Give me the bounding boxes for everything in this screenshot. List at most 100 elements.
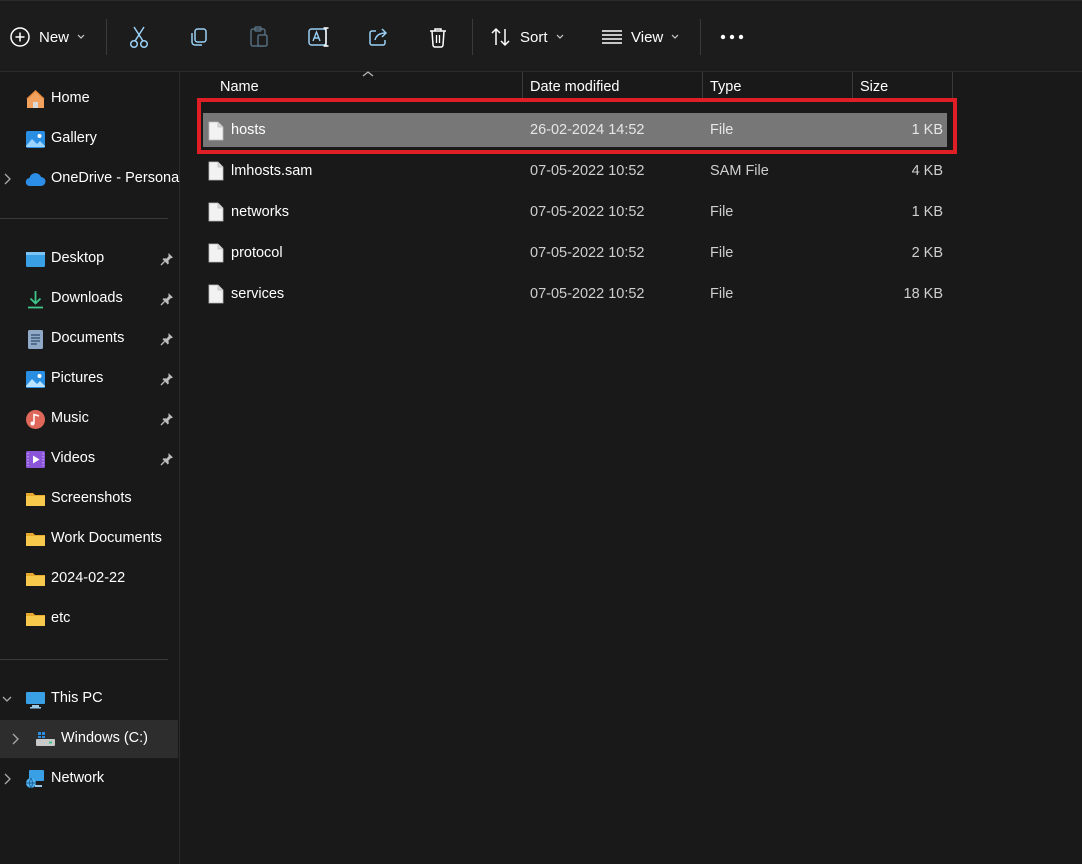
chevron-down-icon: [556, 34, 563, 39]
file-date-modified: 07-05-2022 10:52: [530, 204, 645, 220]
column-header-name[interactable]: Name: [213, 72, 523, 102]
nav-divider: [0, 659, 168, 660]
pin-icon[interactable]: [160, 412, 174, 426]
share-button[interactable]: [367, 17, 389, 57]
file-row-hosts[interactable]: hosts 26-02-2024 14:52 File 1 KB: [203, 113, 947, 147]
chevron-down-icon: [671, 34, 679, 39]
pin-icon[interactable]: [160, 332, 174, 346]
home-icon: [26, 89, 45, 108]
nav-item-pictures[interactable]: Pictures: [0, 360, 178, 398]
pin-icon[interactable]: [160, 452, 174, 466]
sort-icon: [491, 27, 510, 47]
nav-item-music[interactable]: Music: [0, 400, 178, 438]
nav-item-videos[interactable]: Videos: [0, 440, 178, 478]
new-button[interactable]: New: [9, 17, 85, 57]
nav-label-work-documents: Work Documents: [51, 530, 162, 546]
music-icon: [26, 410, 45, 429]
view-button[interactable]: View: [601, 17, 679, 57]
download-icon: [28, 291, 43, 309]
nav-label-documents: Documents: [51, 330, 125, 346]
nav-item-desktop[interactable]: Desktop: [0, 240, 178, 278]
nav-label-this-pc: This PC: [51, 690, 103, 706]
file-type: File: [710, 286, 734, 302]
rename-icon: [308, 27, 329, 47]
nav-label-windows-c: Windows (C:): [61, 730, 149, 746]
nav-item-downloads[interactable]: Downloads: [0, 280, 178, 318]
nav-item-this-pc[interactable]: This PC: [0, 680, 178, 718]
file-name: lmhosts.sam: [231, 163, 313, 179]
file-icon: [208, 121, 224, 141]
video-icon: [26, 451, 45, 468]
drive-icon: [36, 732, 55, 746]
nav-label-desktop: Desktop: [51, 250, 105, 266]
toolbar-separator: [700, 19, 701, 55]
delete-icon: [430, 28, 446, 48]
share-icon: [369, 28, 388, 46]
file-row-services[interactable]: services 07-05-2022 10:52 File 18 KB: [198, 276, 952, 312]
sort-button[interactable]: Sort: [490, 17, 564, 57]
nav-label-network: Network: [51, 770, 105, 786]
nav-item-windows-c[interactable]: Windows (C:): [0, 720, 178, 758]
delete-button[interactable]: [428, 17, 448, 57]
add-circle-icon: [10, 27, 30, 47]
file-row-networks[interactable]: networks 07-05-2022 10:52 File 1 KB: [198, 194, 952, 230]
file-date-modified: 07-05-2022 10:52: [530, 245, 645, 261]
nav-item-home[interactable]: Home: [0, 80, 178, 118]
file-icon: [208, 284, 224, 304]
nav-label-music: Music: [51, 410, 89, 426]
nav-label-home: Home: [51, 90, 90, 106]
file-size: 2 KB: [911, 245, 943, 261]
chevron-down-icon: [2, 696, 12, 702]
folder-icon: [26, 533, 45, 546]
desktop-icon: [26, 252, 45, 267]
file-date-modified: 07-05-2022 10:52: [530, 163, 645, 179]
file-name: hosts: [231, 122, 266, 138]
copy-button[interactable]: [188, 17, 210, 57]
nav-label-downloads: Downloads: [51, 290, 123, 306]
nav-item-work-documents[interactable]: Work Documents: [0, 520, 178, 558]
column-header-name-label: Name: [220, 79, 259, 95]
column-header-size[interactable]: Size: [853, 72, 953, 102]
nav-item-network[interactable]: Network: [0, 760, 178, 798]
nav-label-etc: etc: [51, 610, 71, 626]
file-size: 18 KB: [903, 286, 944, 302]
cloud-icon: [25, 173, 46, 187]
column-header-date[interactable]: Date modified: [523, 72, 703, 102]
file-size: 1 KB: [911, 122, 943, 138]
document-icon: [28, 330, 43, 349]
cut-icon: [129, 26, 149, 49]
copy-icon: [191, 28, 207, 46]
file-icon: [208, 161, 224, 181]
pin-icon[interactable]: [160, 252, 174, 266]
pin-icon[interactable]: [160, 372, 174, 386]
toolbar-separator: [472, 19, 473, 55]
see-more-button[interactable]: [720, 17, 744, 57]
file-name: protocol: [231, 245, 283, 261]
nav-item-gallery[interactable]: Gallery: [0, 120, 178, 158]
nav-item-etc[interactable]: etc: [0, 600, 178, 638]
nav-item-documents[interactable]: Documents: [0, 320, 178, 358]
nav-divider: [0, 218, 168, 219]
nav-label-videos: Videos: [51, 450, 96, 466]
nav-item-screenshots[interactable]: Screenshots: [0, 480, 178, 518]
nav-item-2024-02-22[interactable]: 2024-02-22: [0, 560, 178, 598]
nav-label-screenshots: Screenshots: [51, 490, 132, 506]
navigation-pane: Home Gallery OneDrive - Persona Desktop …: [0, 72, 180, 864]
nav-item-onedrive[interactable]: OneDrive - Persona: [0, 160, 180, 198]
nav-label-onedrive: OneDrive - Persona: [51, 170, 180, 186]
chevron-right-icon: [4, 173, 11, 185]
more-icon: [720, 34, 744, 40]
nav-label-gallery: Gallery: [51, 130, 97, 146]
file-row-lmhosts-sam[interactable]: lmhosts.sam 07-05-2022 10:52 SAM File 4 …: [198, 153, 952, 189]
cut-button[interactable]: [128, 17, 150, 57]
chevron-right-icon: [12, 733, 19, 745]
computer-icon: [26, 692, 45, 709]
column-header-type[interactable]: Type: [703, 72, 853, 102]
column-header-date-label: Date modified: [530, 79, 620, 95]
paste-button[interactable]: [248, 17, 270, 57]
file-row-protocol[interactable]: protocol 07-05-2022 10:52 File 2 KB: [198, 235, 952, 271]
folder-icon: [26, 493, 45, 506]
pin-icon[interactable]: [160, 292, 174, 306]
file-size: 1 KB: [911, 204, 943, 220]
rename-button[interactable]: [307, 17, 331, 57]
